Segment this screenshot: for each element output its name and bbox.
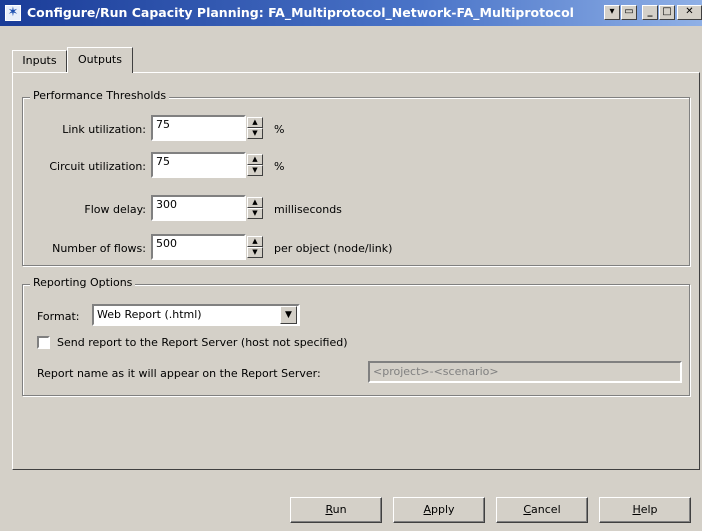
link-utilization-spin-down-icon[interactable]: ▼ xyxy=(247,128,263,139)
menu-arrow-icon[interactable]: ▾ xyxy=(604,5,620,20)
apply-accel: A xyxy=(423,503,431,516)
performance-thresholds-title: Performance Thresholds xyxy=(30,89,170,103)
help-accel: H xyxy=(632,503,641,516)
flow-delay-unit: milliseconds xyxy=(274,203,342,216)
circuit-utilization-label: Circuit utilization: xyxy=(49,160,146,173)
minimize-icon[interactable]: _ xyxy=(642,5,658,20)
number-of-flows-label: Number of flows: xyxy=(52,242,146,255)
number-of-flows-unit: per object (node/link) xyxy=(274,242,393,255)
apply-button[interactable]: Apply xyxy=(393,497,485,523)
cancel-accel: C xyxy=(523,503,532,516)
help-button[interactable]: Help xyxy=(599,497,691,523)
link-utilization-unit: % xyxy=(274,123,285,136)
format-select[interactable]: Web Report (.html) xyxy=(92,304,300,326)
star-icon: ✶ xyxy=(5,5,21,21)
report-name-label: Report name as it will appear on the Rep… xyxy=(37,367,321,380)
close-icon[interactable]: ✕ xyxy=(677,5,702,20)
send-report-checkbox[interactable] xyxy=(37,336,50,349)
run-rest: un xyxy=(332,503,347,516)
tab-outputs[interactable]: Outputs xyxy=(67,47,133,73)
report-name-input[interactable]: <project>-<scenario> xyxy=(368,361,682,383)
title-bar[interactable]: ✶ Configure/Run Capacity Planning: FA_Mu… xyxy=(0,0,702,26)
number-of-flows-input[interactable]: 500 xyxy=(151,234,246,260)
send-report-label: Send report to the Report Server (host n… xyxy=(57,336,348,349)
circuit-utilization-spin-up-icon[interactable]: ▲ xyxy=(247,154,263,165)
tab-outputs-label: Outputs xyxy=(78,53,122,66)
flow-delay-spin-down-icon[interactable]: ▼ xyxy=(247,208,263,219)
flow-delay-label: Flow delay: xyxy=(84,203,146,216)
link-utilization-label: Link utilization: xyxy=(62,123,146,136)
link-utilization-input[interactable]: 75 xyxy=(151,115,246,141)
cancel-rest: ancel xyxy=(531,503,561,516)
link-utilization-spin-up-icon[interactable]: ▲ xyxy=(247,117,263,128)
chevron-down-icon[interactable]: ▼ xyxy=(280,306,297,324)
format-selected-value: Web Report (.html) xyxy=(97,308,202,321)
restore-small-icon[interactable]: ▭ xyxy=(621,5,637,20)
circuit-utilization-input[interactable]: 75 xyxy=(151,152,246,178)
reporting-options-title: Reporting Options xyxy=(30,276,136,290)
window-title: Configure/Run Capacity Planning: FA_Mult… xyxy=(27,5,574,20)
number-of-flows-spin-down-icon[interactable]: ▼ xyxy=(247,247,263,258)
help-rest: elp xyxy=(640,503,658,516)
flow-delay-spin-up-icon[interactable]: ▲ xyxy=(247,197,263,208)
run-button[interactable]: Run xyxy=(290,497,382,523)
circuit-utilization-spin-down-icon[interactable]: ▼ xyxy=(247,165,263,176)
tab-inputs-label: Inputs xyxy=(22,54,57,67)
run-accel: R xyxy=(325,503,333,516)
format-label: Format: xyxy=(37,310,80,323)
circuit-utilization-unit: % xyxy=(274,160,285,173)
flow-delay-input[interactable]: 300 xyxy=(151,195,246,221)
maximize-icon[interactable]: □ xyxy=(659,5,675,20)
number-of-flows-spin-up-icon[interactable]: ▲ xyxy=(247,236,263,247)
tab-inputs[interactable]: Inputs xyxy=(12,50,67,72)
apply-rest: pply xyxy=(431,503,455,516)
cancel-button[interactable]: Cancel xyxy=(496,497,588,523)
